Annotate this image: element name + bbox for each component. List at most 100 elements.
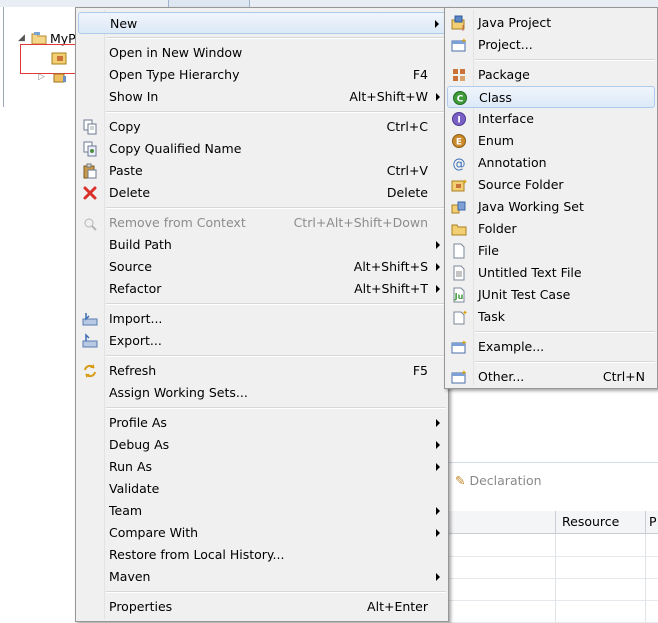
new-menu-item-annotation[interactable]: @ Annotation <box>447 152 655 174</box>
context-menu: New Open in New Window Open Type Hierarchy… <box>75 7 449 622</box>
new-menu-item-label: Annotation <box>478 155 547 170</box>
main-menu-item-validate[interactable]: Validate <box>78 478 446 500</box>
new-menu-item-label: JUnit Test Case <box>478 287 571 302</box>
main-menu-item-new[interactable]: New <box>78 12 446 34</box>
submenu-arrow-icon <box>436 529 440 537</box>
main-menu-item-restore-from-local-history[interactable]: Restore from Local History... <box>78 544 446 566</box>
column-header-blank[interactable] <box>449 511 555 533</box>
main-menu-item-paste[interactable]: Paste Ctrl+V <box>78 160 446 182</box>
library-icon <box>52 72 68 87</box>
package-icon <box>451 67 467 83</box>
submenu-arrow-icon <box>436 241 440 249</box>
main-menu-item-copy-qualified-name[interactable]: Copy Qualified Name <box>78 138 446 160</box>
main-menu-item-refactor[interactable]: Refactor Alt+Shift+T <box>78 278 446 300</box>
main-menu-item-label: Run As <box>109 459 153 474</box>
main-menu-item-build-path[interactable]: Build Path <box>78 234 446 256</box>
problems-table-header: Resource P <box>449 511 658 534</box>
main-menu-item-properties[interactable]: Properties Alt+Enter <box>78 596 446 618</box>
new-menu-item-label: Java Project <box>478 15 552 30</box>
main-menu-item-source[interactable]: Source Alt+Shift+S <box>78 256 446 278</box>
svg-text:C: C <box>457 95 464 105</box>
new-menu-item-label: Package <box>478 67 530 82</box>
new-menu-item-folder[interactable]: Folder <box>447 218 655 240</box>
table-row[interactable] <box>449 556 658 579</box>
main-menu-item-label: Copy <box>109 119 141 134</box>
tree-expand-arrow-icon[interactable]: ▷ <box>38 72 45 82</box>
main-menu-item-label: Restore from Local History... <box>109 547 285 562</box>
main-menu-item-show-in[interactable]: Show In Alt+Shift+W <box>78 86 446 108</box>
main-menu-item-export[interactable]: Export... <box>78 330 446 352</box>
main-menu-item-assign-working-sets[interactable]: Assign Working Sets... <box>78 382 446 404</box>
delete-icon <box>82 185 98 201</box>
import-icon <box>82 311 98 327</box>
main-menu-item-label: Properties <box>109 599 173 614</box>
new-menu-item-label: Project... <box>478 37 533 52</box>
main-menu-item-label: Export... <box>109 333 162 348</box>
main-menu-item-label: Copy Qualified Name <box>109 141 242 156</box>
new-submenu: J Java Project ✦ Project... Package C Class I In… <box>444 7 658 389</box>
new-menu-item-label: Task <box>478 309 505 324</box>
main-menu-item-label: New <box>110 16 138 31</box>
java-project-icon: J <box>451 15 467 32</box>
new-menu-item-junit-test-case[interactable]: Ju JUnit Test Case <box>447 284 655 306</box>
main-menu-separator <box>106 407 446 409</box>
column-header-path[interactable]: P <box>645 511 658 533</box>
new-menu-item-label: File <box>478 243 499 258</box>
new-menu-item-task[interactable]: ✦ Task <box>447 306 655 328</box>
main-menu-item-label: Source <box>109 259 152 274</box>
annotation-icon: @ <box>451 155 467 172</box>
new-menu-item-source-folder[interactable]: ✦ Source Folder <box>447 174 655 196</box>
main-menu-separator <box>106 591 446 593</box>
class-icon: C <box>452 90 468 106</box>
main-menu-item-profile-as[interactable]: Profile As <box>78 412 446 434</box>
main-menu-item-delete[interactable]: Delete Delete <box>78 182 446 204</box>
main-menu-item-open-in-new-window[interactable]: Open in New Window <box>78 42 446 64</box>
new-menu-item-label: Source Folder <box>478 177 564 192</box>
new-menu-item-project[interactable]: ✦ Project... <box>447 34 655 56</box>
new-menu-item-example[interactable]: ✦ Example... <box>447 336 655 358</box>
main-menu-item-run-as[interactable]: Run As <box>78 456 446 478</box>
new-menu-item-other[interactable]: ✦ Other... Ctrl+N <box>447 366 655 388</box>
main-menu-item-open-type-hierarchy[interactable]: Open Type Hierarchy F4 <box>78 64 446 86</box>
table-row[interactable] <box>449 534 658 557</box>
tree-collapse-arrow-icon[interactable]: ◢ <box>18 33 28 43</box>
main-menu-item-refresh[interactable]: Refresh F5 <box>78 360 446 382</box>
main-menu-item-copy[interactable]: Copy Ctrl+C <box>78 116 446 138</box>
main-menu-item-shortcut: Ctrl+C <box>386 119 428 134</box>
main-menu-item-label: Validate <box>109 481 160 496</box>
table-column-divider <box>645 556 646 578</box>
declaration-tab-icon: ✎ <box>455 472 466 488</box>
table-row[interactable] <box>449 600 658 623</box>
new-menu-item-java-project[interactable]: J Java Project <box>447 12 655 34</box>
submenu-arrow-icon <box>436 93 440 101</box>
new-menu-item-untitled-text-file[interactable]: Untitled Text File <box>447 262 655 284</box>
junit-test-case-icon: Ju <box>451 287 467 303</box>
new-menu-item-java-working-set[interactable]: Java Working Set <box>447 196 655 218</box>
svg-text:✦: ✦ <box>461 339 467 347</box>
new-menu-separator <box>475 59 655 61</box>
main-menu-item-label: Remove from Context <box>109 215 246 230</box>
new-menu-item-file[interactable]: File <box>447 240 655 262</box>
main-menu-item-label: Open in New Window <box>109 45 243 60</box>
remove-context-icon <box>82 215 98 231</box>
new-menu-item-interface[interactable]: I Interface <box>447 108 655 130</box>
main-menu-item-maven[interactable]: Maven <box>78 566 446 588</box>
main-menu-item-import[interactable]: Import... <box>78 308 446 330</box>
src-folder-icon[interactable] <box>51 50 69 69</box>
project-folder-icon <box>31 32 47 45</box>
main-menu-item-compare-with[interactable]: Compare With <box>78 522 446 544</box>
table-row[interactable] <box>449 578 658 601</box>
new-menu-item-package[interactable]: Package <box>447 64 655 86</box>
new-menu-item-enum[interactable]: E Enum <box>447 130 655 152</box>
main-menu-item-team[interactable]: Team <box>78 500 446 522</box>
source-folder-icon: ✦ <box>451 177 468 193</box>
new-menu-item-label: Folder <box>478 221 517 236</box>
submenu-arrow-icon <box>435 20 439 28</box>
new-menu-item-class[interactable]: C Class <box>447 86 655 108</box>
main-menu-item-debug-as[interactable]: Debug As <box>78 434 446 456</box>
other-icon: ✦ <box>451 369 467 385</box>
new-menu-item-label: Example... <box>478 339 545 354</box>
column-header-resource[interactable]: Resource <box>555 511 645 533</box>
project-icon: ✦ <box>451 37 467 53</box>
tab-declaration[interactable]: Declaration <box>469 473 541 488</box>
